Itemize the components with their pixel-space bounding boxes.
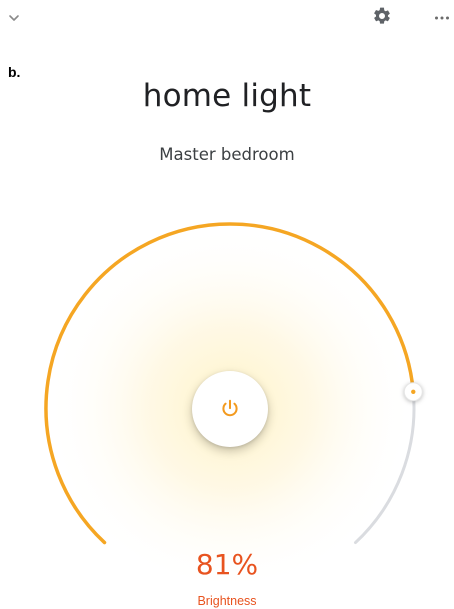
brightness-value: 81% (195, 548, 259, 581)
brightness-label: Brightness (197, 594, 257, 608)
brightness-dial[interactable] (0, 0, 454, 609)
dial-handle[interactable] (403, 382, 423, 402)
power-icon (222, 399, 238, 417)
power-button[interactable] (192, 371, 268, 447)
